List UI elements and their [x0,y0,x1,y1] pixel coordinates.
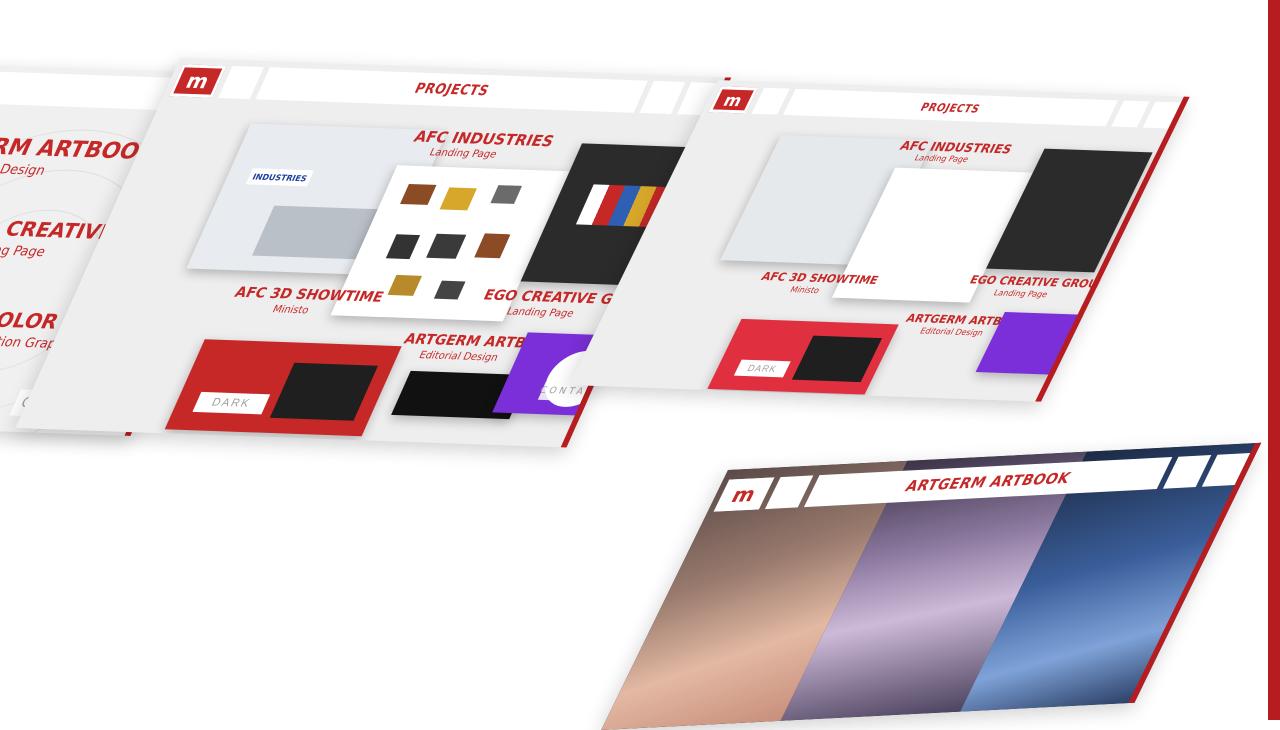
project-subtitle-ego-creative: Landing Page [992,288,1050,300]
project-subtitle-afc-showtime: Ministo [788,285,822,296]
mockup-artbook: m ARTGERM ARTBOOK [601,442,1262,730]
dark-theme-screens [269,362,379,421]
project-subtitle-afc-industries: Landing Page [427,147,499,161]
dark-theme-screens [791,335,883,383]
dark-theme-label: DARK [733,359,791,378]
project-card-artgerm-dark[interactable]: DARK [707,318,899,395]
project-title-ego-creative[interactable]: EGO CREATIVE GROUP [967,273,1108,291]
kiosk-image-5 [426,233,467,259]
project-subtitle-artgerm: itorial Design [0,161,48,179]
mockup-right-menu-button[interactable] [1142,101,1182,129]
project-subtitle-ego-creative: Landing Page [504,306,576,320]
kiosk-image-1 [400,183,437,205]
kiosk-image-6 [474,233,511,259]
industries-logo: INDUSTRIES [245,168,314,187]
kiosk-image-4 [385,234,421,260]
project-subtitle-artgerm: Editorial Design [918,326,985,338]
brand-logo[interactable]: m [168,64,227,98]
dark-theme-label: DARK [192,391,271,415]
project-subtitle-artgerm: Editorial Design [417,349,500,364]
kiosk-image-7 [387,274,423,296]
project-title-afc-industries[interactable]: AFC INDUSTRIES [898,139,1015,157]
kiosk-image-2 [439,187,477,211]
page-title: PROJECTS [782,88,1119,127]
project-title-afc-showtime[interactable]: AFC 3D SHOWTIME [232,285,386,306]
brand-logo[interactable]: m [708,86,759,114]
project-title-afc-showtime[interactable]: AFC 3D SHOWTIME [759,270,881,287]
project-subtitle-ego: Landing Page [0,242,48,261]
mockup-scene: GERM ARTBOOK itorial Design EGO CREATIVE… [0,0,1280,730]
project-subtitle-afc-showtime: Ministo [270,304,311,317]
kiosk-image-8 [433,280,466,300]
mockup-center-topbar: m PROJECTS [160,58,731,122]
kiosk-image-3 [490,185,523,204]
mockup-right-topbar: m PROJECTS [697,80,1190,141]
project-card-artgerm-dark[interactable]: DARK [164,339,402,437]
page-title: PROJECTS [255,67,648,113]
